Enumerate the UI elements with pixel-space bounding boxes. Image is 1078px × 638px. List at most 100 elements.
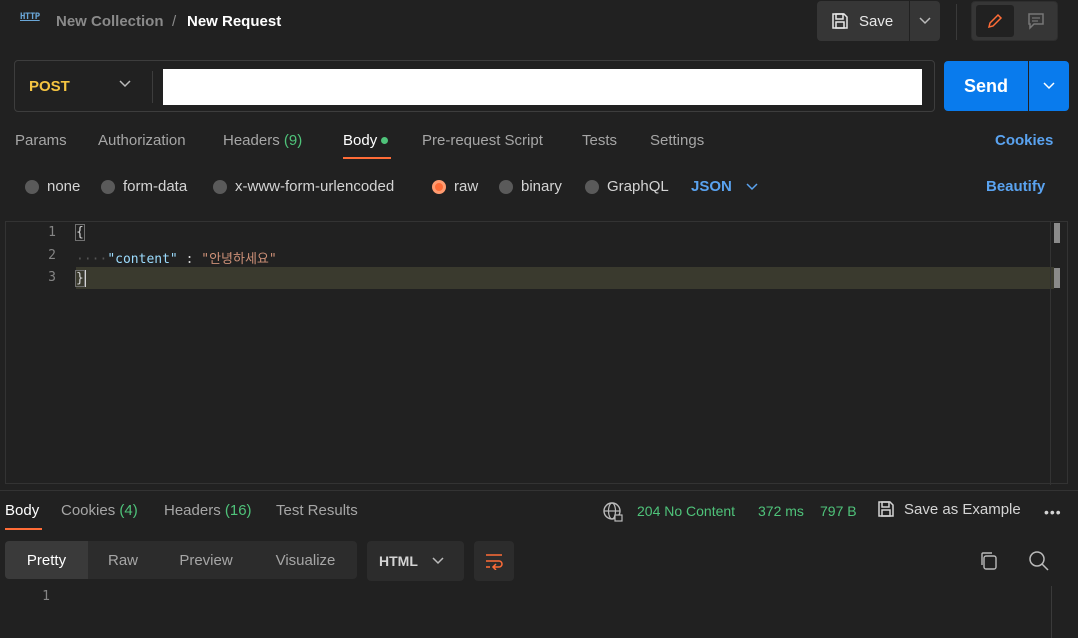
send-button[interactable]: Send xyxy=(944,61,1028,111)
text-cursor xyxy=(83,270,86,287)
tab-pre-request-script[interactable]: Pre-request Script xyxy=(422,132,543,149)
response-tab-cookies[interactable]: Cookies (4) xyxy=(61,502,138,519)
save-as-example-label: Save as Example xyxy=(904,500,1021,518)
breadcrumb-separator: / xyxy=(172,13,177,30)
copy-icon[interactable] xyxy=(978,550,1000,572)
cookies-link[interactable]: Cookies xyxy=(995,132,1053,149)
line-number: 3 xyxy=(48,270,56,285)
radio-dot-selected xyxy=(432,179,446,194)
view-preview-button[interactable]: Preview xyxy=(158,541,254,579)
radio-form-data-label: form-data xyxy=(123,178,188,195)
tab-params[interactable]: Params xyxy=(15,132,67,149)
response-time[interactable]: 372 ms xyxy=(758,503,804,519)
response-tab-headers[interactable]: Headers (16) xyxy=(164,502,252,519)
pane-divider[interactable] xyxy=(0,490,1078,491)
language-select[interactable]: JSON xyxy=(691,178,758,195)
code-line: } xyxy=(75,270,86,287)
tab-body-label: Body xyxy=(343,132,378,149)
chevron-down-icon xyxy=(432,557,444,565)
radio-none[interactable]: none xyxy=(25,178,80,195)
url-input[interactable] xyxy=(163,69,922,105)
radio-binary[interactable]: binary xyxy=(499,178,562,195)
current-line-highlight xyxy=(76,267,1054,289)
code-line: { xyxy=(75,224,85,241)
request-url-bar: POST xyxy=(14,60,935,112)
response-view-toggle: Pretty Raw Preview Visualize xyxy=(5,541,357,579)
radio-dot xyxy=(585,179,599,194)
save-as-example-button[interactable]: Save as Example xyxy=(877,500,1021,518)
pencil-icon xyxy=(987,13,1003,29)
body-indicator-dot xyxy=(381,136,389,144)
line-number: 1 xyxy=(48,225,56,240)
response-tab-headers-label: Headers xyxy=(164,502,221,519)
radio-dot xyxy=(213,179,227,194)
tab-headers[interactable]: Headers (9) xyxy=(223,132,302,149)
response-status[interactable]: 204 No Content xyxy=(637,503,735,519)
scroll-marker xyxy=(1054,268,1060,288)
radio-urlencoded[interactable]: x-www-form-urlencoded xyxy=(213,178,394,195)
wrap-lines-icon xyxy=(486,554,503,570)
method-select[interactable]: POST xyxy=(29,78,70,95)
response-tab-headers-count: (16) xyxy=(224,502,252,519)
wrap-lines-button[interactable] xyxy=(474,541,514,581)
json-key: "content" xyxy=(107,252,178,267)
radio-dot xyxy=(101,179,115,194)
active-tab-underline xyxy=(5,528,42,530)
response-tab-test-results[interactable]: Test Results xyxy=(276,502,358,519)
chevron-down-icon[interactable] xyxy=(119,80,131,88)
radio-none-label: none xyxy=(47,178,81,195)
save-button[interactable]: Save xyxy=(817,1,909,41)
edit-mode-button[interactable] xyxy=(976,5,1014,37)
radio-raw-label: raw xyxy=(454,178,479,195)
view-visualize-button[interactable]: Visualize xyxy=(254,541,357,579)
radio-urlencoded-label: x-www-form-urlencoded xyxy=(235,178,395,195)
radio-form-data[interactable]: form-data xyxy=(101,178,187,195)
radio-graphql-label: GraphQL xyxy=(607,178,669,195)
save-icon xyxy=(832,13,848,29)
response-format-select[interactable]: HTML xyxy=(367,541,464,581)
radio-raw[interactable]: raw xyxy=(432,178,478,195)
response-tab-body[interactable]: Body xyxy=(5,502,39,519)
globe-lock-icon[interactable] xyxy=(602,501,624,523)
breadcrumb-request-name[interactable]: New Request xyxy=(187,13,281,30)
radio-graphql[interactable]: GraphQL xyxy=(585,178,669,195)
tab-authorization[interactable]: Authorization xyxy=(98,132,186,149)
chevron-down-icon xyxy=(746,182,758,190)
tab-settings[interactable]: Settings xyxy=(650,132,704,149)
response-size[interactable]: 797 B xyxy=(820,503,857,519)
chevron-down-icon xyxy=(919,17,931,25)
response-tabs: Body Cookies (4) Headers (16) Test Resul… xyxy=(0,498,1078,532)
request-tabs: Params Authorization Headers (9) Body Pr… xyxy=(0,128,1078,162)
more-options-icon[interactable]: ••• xyxy=(1044,504,1062,520)
json-value: "안녕하세요" xyxy=(201,252,277,267)
response-tab-cookies-count: (4) xyxy=(119,502,138,519)
active-tab-underline xyxy=(343,157,391,159)
line-number: 1 xyxy=(42,589,50,604)
search-icon[interactable] xyxy=(1028,550,1050,572)
scroll-marker xyxy=(1054,223,1060,243)
radio-binary-label: binary xyxy=(521,178,562,195)
tab-headers-count: (9) xyxy=(283,132,303,149)
view-raw-button[interactable]: Raw xyxy=(88,541,158,579)
editor-scroll-track xyxy=(1050,222,1051,485)
code-line: ····"content" : "안녕하세요" xyxy=(76,248,277,267)
tab-tests[interactable]: Tests xyxy=(582,132,617,149)
send-options-button[interactable] xyxy=(1029,61,1069,111)
breadcrumb-collection[interactable]: New Collection xyxy=(56,13,164,30)
response-scroll-track xyxy=(1051,586,1052,638)
line-number: 2 xyxy=(48,248,56,263)
json-colon: : xyxy=(177,252,202,267)
beautify-link[interactable]: Beautify xyxy=(986,178,1045,195)
body-type-selector: none form-data x-www-form-urlencoded raw… xyxy=(0,174,1078,200)
view-pretty-button[interactable]: Pretty xyxy=(5,541,88,579)
radio-dot xyxy=(25,179,39,194)
request-body-editor[interactable]: 1 2 3 { ····"content" : "안녕하세요" } xyxy=(5,221,1068,485)
comments-button[interactable] xyxy=(1018,5,1054,37)
method-divider xyxy=(152,71,153,103)
close-brace: } xyxy=(75,270,85,287)
indent-whitespace: ···· xyxy=(76,252,108,267)
response-tab-cookies-label: Cookies xyxy=(61,502,116,519)
tab-body[interactable]: Body xyxy=(343,132,389,149)
save-options-button[interactable] xyxy=(910,1,940,41)
request-header: HTTP New Collection / New Request Save xyxy=(0,0,1078,44)
